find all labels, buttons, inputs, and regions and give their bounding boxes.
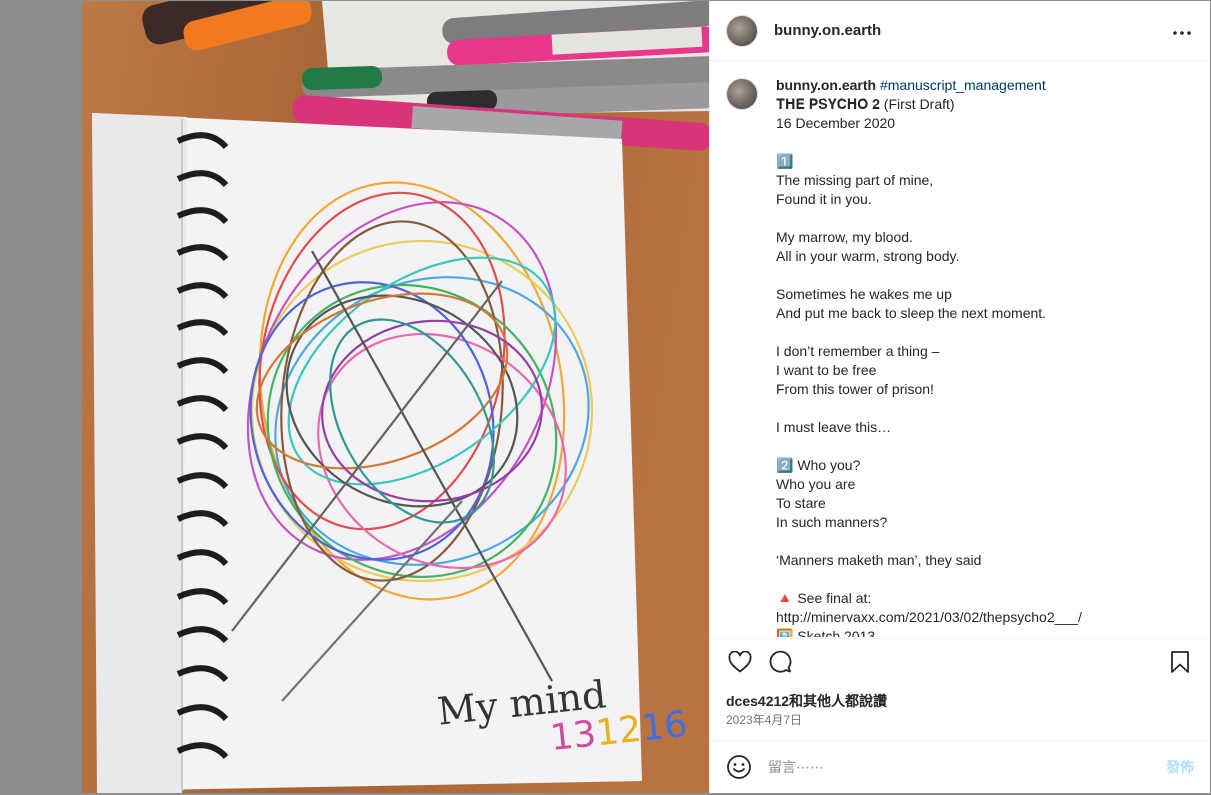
hashtag-link[interactable]: #manuscript_management bbox=[880, 77, 1046, 93]
post-panel: bunny.on.earth bunny.on.earth #manuscrip… bbox=[709, 1, 1210, 793]
post-date[interactable]: 2023年4月7日 bbox=[726, 711, 802, 728]
photo-number-2: 12 bbox=[593, 708, 644, 755]
likes-count[interactable]: dces4212和其他人都說讚 bbox=[726, 691, 887, 711]
add-comment-bar: 發佈 bbox=[710, 740, 1210, 793]
more-options-button[interactable] bbox=[1170, 19, 1194, 43]
caption-text: bunny.on.earth #manuscript_management 𝐓𝐇… bbox=[776, 76, 1194, 637]
caption-username[interactable]: bunny.on.earth bbox=[776, 77, 876, 93]
like-button[interactable] bbox=[726, 650, 754, 679]
avatar[interactable] bbox=[726, 14, 758, 47]
post-username[interactable]: bunny.on.earth bbox=[774, 22, 881, 39]
caption-body: 𝐓𝐇𝐄 𝐏𝐒𝐘𝐂𝐇𝐎 𝟐 (First Draft) 16 December 2… bbox=[776, 96, 1082, 637]
comment-input[interactable] bbox=[768, 759, 1166, 775]
post-photo[interactable]: My mind 131216 bbox=[82, 1, 709, 793]
post-comment-button[interactable]: 發佈 bbox=[1166, 757, 1194, 777]
comment-icon bbox=[768, 650, 792, 679]
comment-button[interactable] bbox=[766, 650, 794, 679]
heart-icon bbox=[728, 650, 752, 678]
save-button[interactable] bbox=[1166, 651, 1194, 679]
caption: bunny.on.earth #manuscript_management 𝐓𝐇… bbox=[726, 76, 1194, 637]
action-bar bbox=[710, 638, 1210, 690]
emoji-icon[interactable] bbox=[726, 754, 752, 780]
post-dialog: My mind 131216 bunny.on.earth bunny.on.e… bbox=[0, 0, 1211, 795]
post-header: bunny.on.earth bbox=[710, 1, 1210, 61]
backdrop[interactable] bbox=[0, 0, 82, 795]
more-horizontal-icon bbox=[1173, 22, 1191, 40]
photo-number-1: 13 bbox=[548, 713, 599, 760]
caption-avatar[interactable] bbox=[726, 78, 758, 110]
comments-section[interactable]: bunny.on.earth #manuscript_management 𝐓𝐇… bbox=[710, 62, 1210, 637]
bookmark-icon bbox=[1170, 650, 1190, 679]
photo-number-3: 16 bbox=[639, 703, 690, 750]
